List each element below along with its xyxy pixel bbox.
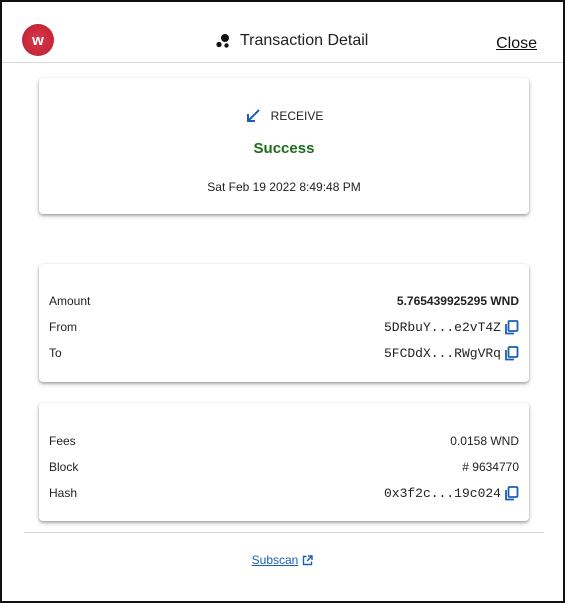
to-label: To [49, 346, 62, 360]
from-row: From 5DRbuY...e2vT4Z [49, 318, 519, 336]
page-title: Transaction Detail [240, 32, 369, 49]
fees-value: 0.0158 WND [450, 434, 519, 448]
hash-label: Hash [49, 486, 78, 500]
subscan-link-group: Subscan [2, 553, 563, 567]
amount-label: Amount [49, 294, 91, 308]
title-group: Transaction Detail [214, 31, 368, 51]
block-value: # 9634770 [462, 460, 519, 474]
fees-row: Fees 0.0158 WND [49, 432, 519, 450]
chain-card: Fees 0.0158 WND Block # 9634770 Hash 0x3… [39, 403, 529, 521]
amount-row: Amount 5.765439925295 WND [49, 292, 519, 310]
to-row: To 5FCDdX...RWgVRq [49, 344, 519, 362]
transaction-detail-window: w Transaction Detail Close RECEIVE Succe… [0, 0, 565, 603]
logo-letter: w [32, 31, 44, 49]
block-label: Block [49, 460, 79, 474]
subscan-link[interactable]: Subscan [252, 553, 299, 567]
copy-icon[interactable] [504, 485, 519, 501]
close-button[interactable]: Close [496, 35, 537, 53]
from-value-group: 5DRbuY...e2vT4Z [384, 320, 519, 335]
to-value-group: 5FCDdX...RWgVRq [384, 346, 519, 361]
to-address: 5FCDdX...RWgVRq [383, 345, 501, 361]
hash-value: 0x3f2c...19c024 [383, 485, 501, 501]
transaction-datetime: Sat Feb 19 2022 8:49:48 PM [207, 180, 361, 194]
status-text: Success [253, 140, 315, 157]
direction-indicator: RECEIVE [39, 108, 529, 124]
header: w Transaction Detail Close [2, 2, 563, 63]
hash-row: Hash 0x3f2c...19c024 [49, 484, 519, 502]
external-link-icon[interactable] [302, 554, 314, 566]
transfer-card: Amount 5.765439925295 WND From 5DRbuY...… [39, 264, 529, 382]
copy-icon[interactable] [504, 345, 519, 361]
arrow-down-left-icon [246, 109, 260, 122]
copy-icon[interactable] [504, 319, 519, 335]
block-row: Block # 9634770 [49, 458, 519, 476]
from-label: From [49, 320, 77, 334]
footer-divider [24, 532, 544, 533]
fees-label: Fees [49, 434, 76, 448]
transaction-dots-icon [216, 34, 229, 48]
status-card: RECEIVE Success Sat Feb 19 2022 8:49:48 … [39, 78, 529, 214]
direction-label: RECEIVE [270, 109, 324, 123]
hash-value-group: 0x3f2c...19c024 [384, 486, 519, 501]
westend-logo-icon: w [22, 24, 54, 56]
from-address: 5DRbuY...e2vT4Z [383, 319, 501, 335]
amount-value: 5.765439925295 WND [396, 294, 519, 308]
